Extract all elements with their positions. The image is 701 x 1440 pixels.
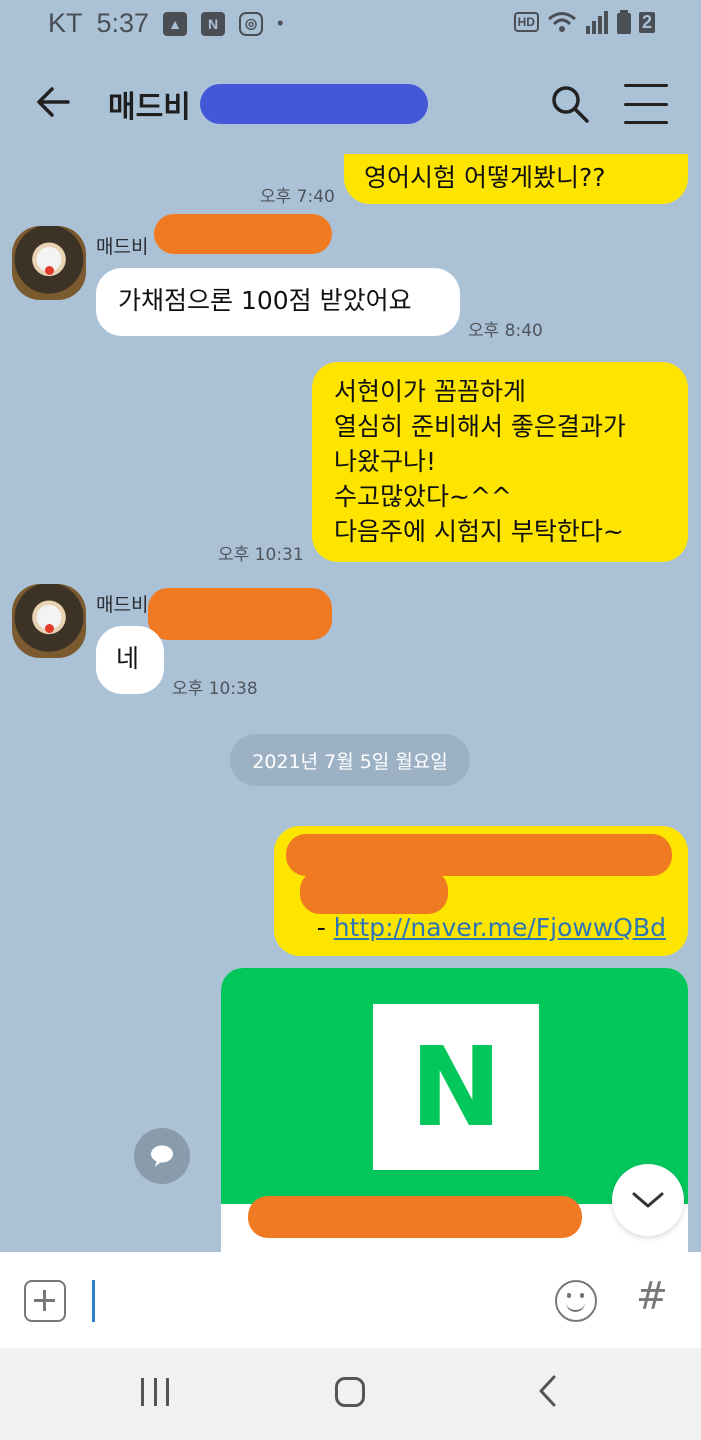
message-input-bar: # [0,1252,701,1348]
carrier-label: KT [48,8,83,38]
message-text: 영어시험 어떻게봤니?? [364,163,606,192]
sender-name: 매드비 [96,236,149,258]
their-message-bubble[interactable]: 네 [96,626,164,694]
message-line: 열심히 준비해서 좋은결과가 [334,412,626,441]
battery-level-badge: 2 [638,11,655,33]
message-time: 오후 7:40 [260,187,335,207]
battery-icon [616,10,631,34]
status-right: HD 2 [513,10,655,34]
chat-title: 매드비 [108,90,191,125]
attach-plus-button[interactable] [24,1280,66,1322]
message-text: 네 [116,644,140,673]
emoticon-button[interactable] [555,1280,597,1322]
my-message-bubble[interactable]: 영어시험 어떻게봤니?? [344,154,688,204]
hashtag-search-button[interactable]: # [636,1274,668,1318]
status-bar: KT 5:37 ▲ N ◎ • HD 2 [0,0,701,48]
link-prefix: - [316,913,334,942]
message-line: 수고많았다~^^ [334,482,512,511]
chevron-down-icon [632,1192,664,1208]
message-time: 오후 10:31 [218,545,304,565]
link-line: - http://naver.me/FjowwQBd [317,910,666,945]
redacted-text-scribble [300,870,448,914]
clock: 5:37 [96,8,150,38]
preview-image: N [221,968,688,1204]
message-time: 오후 10:38 [172,679,258,699]
message-time: 오후 8:40 [468,321,543,341]
redacted-preview-title-scribble [248,1196,582,1238]
system-navigation-bar [0,1348,701,1440]
scroll-to-bottom-button[interactable] [612,1164,684,1236]
avatar[interactable] [12,226,86,300]
signal-icon [585,11,608,34]
naver-logo: N [373,1004,539,1170]
wifi-icon [548,12,576,32]
text-caret [92,1280,95,1322]
more-notifications-dot-icon: • [277,13,284,33]
instagram-icon: ◎ [239,11,264,36]
speech-bubble-icon [151,1145,173,1167]
status-left: KT 5:37 ▲ N ◎ • [48,8,283,39]
message-line: 나왔구나! [334,447,437,476]
recent-apps-icon[interactable] [141,1378,169,1406]
chat-bubble-floating-button[interactable] [134,1128,190,1184]
redacted-name-scribble [148,588,332,640]
redacted-name-scribble [200,84,428,124]
gallery-icon: ▲ [163,11,188,36]
naver-logo-letter: N [409,1023,503,1151]
system-back-icon[interactable] [536,1374,558,1408]
back-arrow-icon[interactable] [28,76,80,128]
chat-header: 매드비 [0,48,701,152]
date-divider: 2021년 7월 5일 월요일 [230,734,470,786]
their-message-bubble[interactable]: 가채점으론 100점 받았어요 [96,268,460,336]
message-text: 가채점으론 100점 받았어요 [118,286,412,315]
naver-notification-icon: N [201,11,226,36]
message-line: 다음주에 시험지 부탁한다~ [334,517,624,546]
avatar[interactable] [12,584,86,658]
search-icon[interactable] [548,82,592,126]
my-message-bubble[interactable]: 서현이가 꼼꼼하게 열심히 준비해서 좋은결과가 나왔구나! 수고많았다~^^ … [312,362,688,562]
redacted-name-scribble [154,214,332,254]
home-icon[interactable] [335,1377,365,1407]
sender-name: 매드비 [96,594,149,616]
hd-voice-icon: HD [513,12,539,32]
message-line: 서현이가 꼼꼼하게 [334,377,526,406]
message-input[interactable] [90,1276,520,1324]
shared-link[interactable]: http://naver.me/FjowwQBd [334,913,666,942]
hamburger-menu-icon[interactable] [624,84,668,124]
